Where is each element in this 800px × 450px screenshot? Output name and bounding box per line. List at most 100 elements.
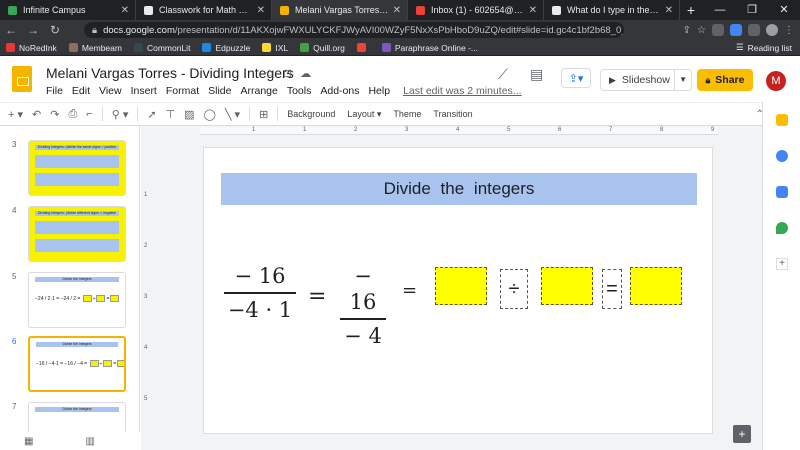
close-icon[interactable]: ✕ <box>665 5 673 16</box>
forward-icon[interactable]: → <box>22 23 44 37</box>
extension-icon[interactable] <box>748 24 760 36</box>
filmstrip-view-icon[interactable]: ▥ <box>85 436 94 447</box>
slide-thumbnail-4[interactable]: Dividing Integers: (divide different sig… <box>28 206 126 262</box>
new-slide-icon[interactable]: + ▾ <box>8 108 23 121</box>
image-icon[interactable]: ▨ <box>184 108 194 121</box>
line-icon[interactable]: ╲ ▾ <box>225 108 240 121</box>
maps-icon[interactable] <box>776 222 788 234</box>
last-edit-link[interactable]: Last edit was 2 minutes... <box>403 85 521 97</box>
background-button[interactable]: Background <box>287 109 335 119</box>
close-window-icon[interactable]: ✕ <box>768 0 800 20</box>
fraction-simplified[interactable]: − 16 − 4 <box>340 263 386 349</box>
answer-box-quotient[interactable] <box>630 267 682 305</box>
bookmark-youtube[interactable] <box>356 43 370 52</box>
operator-box[interactable]: ÷ <box>500 269 528 309</box>
redo-icon[interactable]: ↷ <box>50 108 59 121</box>
select-icon[interactable]: ➚ <box>147 108 156 121</box>
extension-icon[interactable] <box>730 24 742 36</box>
maximize-icon[interactable]: ❐ <box>736 0 768 20</box>
close-icon[interactable]: ✕ <box>121 5 129 16</box>
undo-icon[interactable]: ↶ <box>32 108 41 121</box>
bookmark-star-icon[interactable]: ☆ <box>697 25 706 36</box>
url-field[interactable]: 🔒︎ docs.google.com/presentation/d/11AKXo… <box>84 22 624 38</box>
vertical-ruler[interactable]: 1 2 3 4 5 <box>142 146 152 432</box>
menu-view[interactable]: View <box>99 85 122 97</box>
fraction-original[interactable]: − 16 −4 · 1 <box>224 263 296 323</box>
menu-edit[interactable]: Edit <box>72 85 90 97</box>
extension-icon[interactable] <box>712 24 724 36</box>
calendar-icon[interactable] <box>776 186 788 198</box>
new-tab-button[interactable]: + <box>680 0 702 20</box>
close-icon[interactable]: ✕ <box>529 5 537 16</box>
document-title[interactable]: Melani Vargas Torres - Dividing Integers <box>46 65 294 81</box>
slide-thumbnail-7[interactable]: Divide the integers <box>28 402 126 432</box>
cloud-status-icon[interactable]: ☁ <box>300 67 311 80</box>
shape-icon[interactable]: ◯ <box>204 108 216 121</box>
speaker-notes-add-button[interactable]: + <box>733 425 751 443</box>
bookmark-quill[interactable]: Quill.org <box>300 43 345 53</box>
answer-box-divisor[interactable] <box>541 267 593 305</box>
close-icon[interactable]: ✕ <box>393 5 401 16</box>
close-icon[interactable]: ✕ <box>257 5 265 16</box>
horizontal-ruler[interactable]: 1 1 2 3 4 5 6 7 8 9 <box>200 127 718 135</box>
back-icon[interactable]: ← <box>0 23 22 37</box>
text-box-icon[interactable]: ⊤ <box>166 108 176 121</box>
menu-addons[interactable]: Add-ons <box>320 85 359 97</box>
slideshow-button[interactable]: ▶ Slideshow ▼ <box>600 69 692 91</box>
bookmark-ixl[interactable]: IXL <box>262 43 288 53</box>
zoom-icon[interactable]: ⚲ ▾ <box>112 108 129 121</box>
slide-thumbnail-3[interactable]: Dividing Integers: (divide the same sign… <box>28 140 126 196</box>
slide-canvas[interactable]: Divide the integers − 16 −4 · 1 = − 16 −… <box>203 147 713 434</box>
bookmark-paraphrase[interactable]: Paraphrase Online -... <box>381 43 478 53</box>
lock-icon: 🔒︎ <box>92 24 98 36</box>
slide-thumbnail-6[interactable]: Divide the integers −16 / −4·1 = −16 / −… <box>28 336 126 392</box>
transition-button[interactable]: Transition <box>433 109 472 119</box>
menu-slide[interactable]: Slide <box>208 85 231 97</box>
share-page-icon[interactable]: ⇪ <box>683 25 691 36</box>
comment-add-icon[interactable]: ⊞ <box>259 108 268 121</box>
keep-icon[interactable] <box>776 114 788 126</box>
slide-title[interactable]: Divide the integers <box>221 173 697 205</box>
bookmark-commonlit[interactable]: CommonLit <box>133 43 190 53</box>
move-folder-icon[interactable]: ⊡ <box>283 67 292 80</box>
avatar[interactable]: M <box>766 71 786 91</box>
present-to-meeting-button[interactable]: ⇪▾ <box>561 68 591 88</box>
browser-tab-gmail[interactable]: Inbox (1) - 602654@husdstud ✕ <box>408 0 544 20</box>
reload-icon[interactable]: ↻ <box>44 23 66 37</box>
add-ons-icon[interactable]: + <box>776 258 788 270</box>
browser-tab-slides[interactable]: Melani Vargas Torres - Dividin ✕ <box>272 0 408 20</box>
slides-logo-icon[interactable] <box>12 66 32 92</box>
answer-box-dividend[interactable] <box>435 267 487 305</box>
grid-view-icon[interactable]: ▦ <box>24 436 33 447</box>
reading-list[interactable]: ☰ Reading list <box>736 42 792 53</box>
print-icon[interactable]: ⎙ <box>68 108 77 121</box>
menu-bar: File Edit View Insert Format Slide Arran… <box>46 85 522 97</box>
menu-arrange[interactable]: Arrange <box>240 85 277 97</box>
menu-format[interactable]: Format <box>166 85 199 97</box>
activity-dashboard-icon[interactable]: ⟋ <box>498 66 508 83</box>
chevron-down-icon[interactable]: ▼ <box>674 69 691 91</box>
minimize-icon[interactable]: — <box>704 0 736 20</box>
present-icon: ⇪▾ <box>568 72 584 85</box>
tasks-icon[interactable] <box>776 150 788 162</box>
star-icon[interactable]: ☆ <box>265 67 275 80</box>
browser-tab-question[interactable]: What do I type in the yellow b ✕ <box>544 0 680 20</box>
layout-button[interactable]: Layout ▾ <box>347 109 381 120</box>
operator-box[interactable]: = <box>602 269 622 309</box>
bookmark-membeam[interactable]: Membeam <box>68 43 122 53</box>
menu-help[interactable]: Help <box>368 85 390 97</box>
menu-tools[interactable]: Tools <box>287 85 312 97</box>
share-button[interactable]: 🔒︎ Share <box>697 69 753 91</box>
slide-thumbnail-5[interactable]: Divide the integers −24 / 2·1 = −24 / 2 … <box>28 272 126 328</box>
comments-icon[interactable]: ▤ <box>530 66 543 83</box>
bookmark-edpuzzle[interactable]: Edpuzzle <box>202 43 250 53</box>
browser-tab-infinite-campus[interactable]: Infinite Campus ✕ <box>0 0 136 20</box>
menu-insert[interactable]: Insert <box>131 85 157 97</box>
profile-icon[interactable] <box>766 24 778 36</box>
bookmark-noredink[interactable]: NoRedInk <box>6 43 57 53</box>
browser-tab-classwork[interactable]: Classwork for Math Period 5 p ✕ <box>136 0 272 20</box>
more-icon[interactable]: ⋮ <box>784 25 794 36</box>
paint-format-icon[interactable]: ⌐ <box>86 108 92 120</box>
menu-file[interactable]: File <box>46 85 63 97</box>
theme-button[interactable]: Theme <box>393 109 421 119</box>
